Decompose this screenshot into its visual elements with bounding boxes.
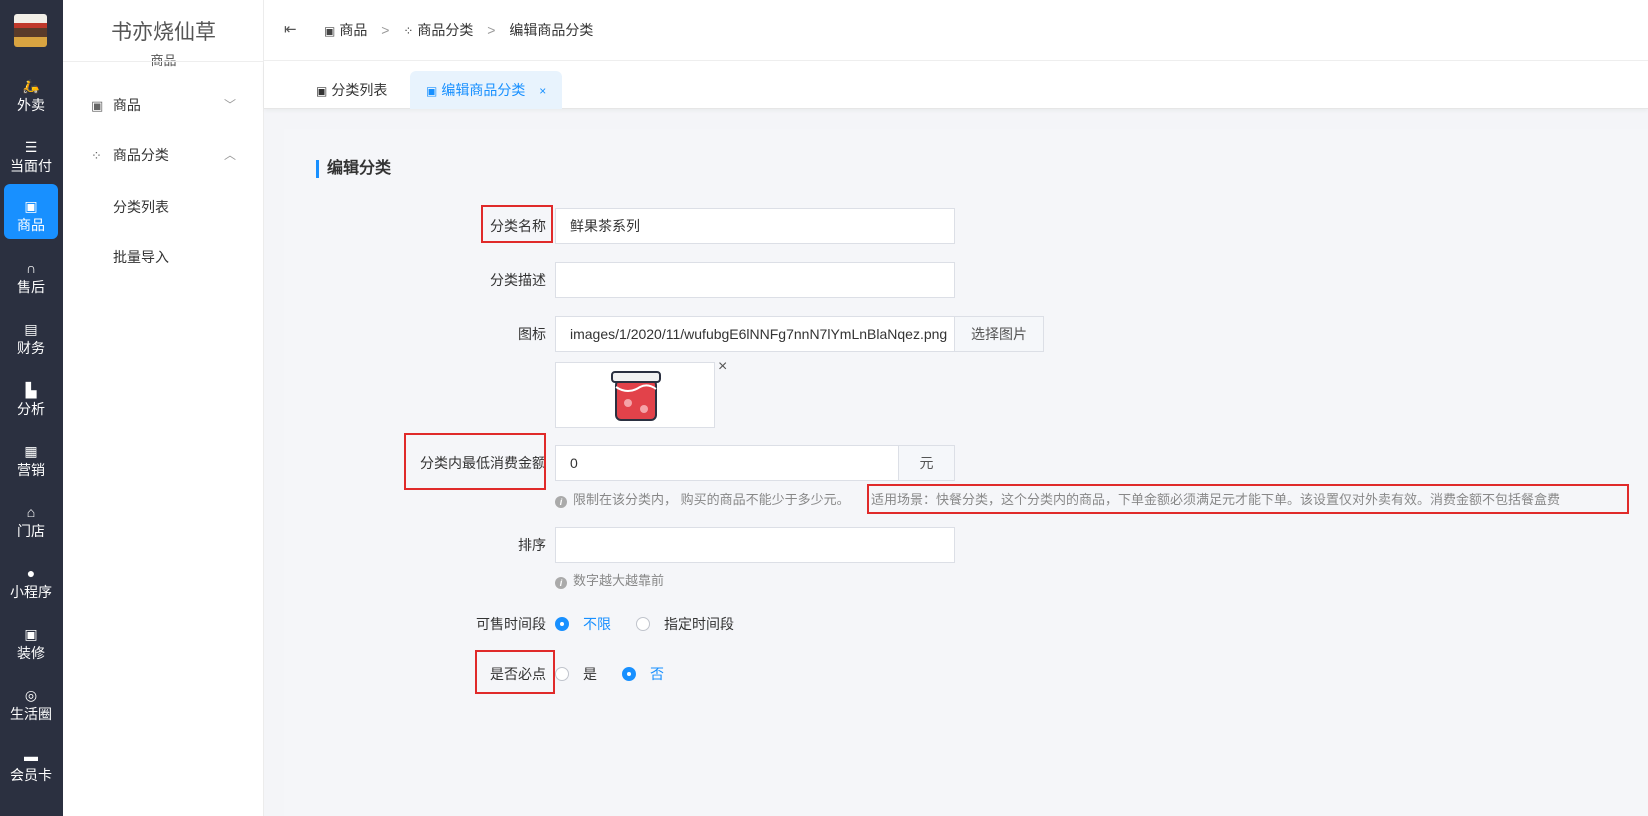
info-icon: i xyxy=(555,577,567,589)
rail-item-lifecircle[interactable]: ◎ 生活圈 xyxy=(4,673,58,728)
chart-icon: ▙ xyxy=(25,382,37,398)
close-tab-icon[interactable]: × xyxy=(539,84,546,98)
sale-time-specified-radio[interactable]: 指定时间段 xyxy=(636,614,734,634)
basket-icon: ▣ xyxy=(91,98,104,113)
chevron-down-icon: ﹀ xyxy=(223,98,236,112)
breadcrumb-separator: > xyxy=(381,22,390,38)
main-nav-rail: 🛵 外卖 ☰ 当面付 ▣ 商品 ∩ 售后 ▤ 财务 ▙ 分析 ▦ 营销 ⌂ 门店… xyxy=(0,0,63,816)
store-name: 书亦烧仙草 xyxy=(111,21,216,44)
chevron-up-icon: ︿ xyxy=(223,148,236,162)
rail-item-decorate[interactable]: ▣ 装修 xyxy=(4,612,58,667)
rail-item-marketing[interactable]: ▦ 营销 xyxy=(4,429,58,484)
top-bar: ⇤ ▣ 商品 > ⁘ 商品分类 > 编辑商品分类 xyxy=(264,0,1648,61)
icon-path-input[interactable]: images/1/2020/11/wufubgE6lNNFg7nnN7lYmLn… xyxy=(555,316,955,352)
radio-dot xyxy=(555,617,569,631)
remove-image-icon[interactable]: × xyxy=(718,358,727,376)
min-spend-scenario-hint: 适用场景：快餐分类，这个分类内的商品，下单金额必须满足元才能下单。该设置仅对外卖… xyxy=(871,492,1561,507)
rail-item-aftersale[interactable]: ∩ 售后 xyxy=(4,246,58,301)
basket-icon: ▣ xyxy=(324,24,336,38)
rail-item-takeout[interactable]: 🛵 外卖 xyxy=(4,64,58,119)
store-icon: ⌂ xyxy=(26,504,36,520)
rail-item-analysis[interactable]: ▙ 分析 xyxy=(4,368,58,423)
min-spend-unit: 元 xyxy=(898,445,955,481)
apps-icon: ⁘ xyxy=(91,148,102,163)
tab-edit-category[interactable]: ▣ 编辑商品分类 × xyxy=(410,71,563,109)
rail-item-finance[interactable]: ▤ 财务 xyxy=(4,307,58,362)
apps-icon: ⁘ xyxy=(403,24,414,38)
sidebar-group-category[interactable]: ⁘ 商品分类 ︿ xyxy=(91,143,236,167)
finance-icon: ▤ xyxy=(24,321,38,337)
sidebar-group-goods[interactable]: ▣ 商品 ﹀ xyxy=(91,93,236,117)
rail-item-store[interactable]: ⌂ 门店 xyxy=(4,490,58,545)
collapse-menu-icon[interactable]: ⇤ xyxy=(284,20,297,38)
tab-category-list[interactable]: ▣ 分类列表 xyxy=(300,71,403,109)
required-label: 是否必点 xyxy=(490,666,546,682)
basket-icon: ▣ xyxy=(316,84,328,98)
scooter-icon: 🛵 xyxy=(22,78,40,94)
name-input[interactable]: 鲜果茶系列 xyxy=(555,208,955,244)
breadcrumb-category[interactable]: 商品分类 xyxy=(417,22,473,38)
jam-jar-icon xyxy=(611,371,661,421)
store-logo[interactable] xyxy=(14,14,47,47)
sidebar-item-batch-import[interactable]: 批量导入 xyxy=(113,247,169,267)
icon-label: 图标 xyxy=(518,326,546,342)
breadcrumb-separator: > xyxy=(487,22,496,38)
icon-preview xyxy=(555,362,715,428)
gift-icon: ▦ xyxy=(24,443,38,459)
list-icon: ☰ xyxy=(24,139,38,155)
desc-input[interactable] xyxy=(555,262,955,298)
basket-icon: ▣ xyxy=(24,198,38,214)
sort-input[interactable] xyxy=(555,527,955,563)
radio-dot xyxy=(555,667,569,681)
basket-icon: ▣ xyxy=(426,84,438,98)
desc-label: 分类描述 xyxy=(490,272,546,288)
required-no-radio[interactable]: 否 xyxy=(622,664,664,684)
choose-image-button[interactable]: 选择图片 xyxy=(954,316,1044,352)
sort-label: 排序 xyxy=(518,537,546,553)
decorate-icon: ▣ xyxy=(24,626,38,642)
breadcrumb: ▣ 商品 > ⁘ 商品分类 > 编辑商品分类 xyxy=(324,20,593,40)
required-yes-radio[interactable]: 是 xyxy=(555,664,597,684)
sidebar-divider xyxy=(63,61,263,62)
sort-hint: i 数字越大越靠前 xyxy=(555,570,664,589)
name-label: 分类名称 xyxy=(490,218,546,234)
radio-dot xyxy=(636,617,650,631)
rail-item-miniapp[interactable]: ● 小程序 xyxy=(4,551,58,606)
page-tabs: ▣ 分类列表 ▣ 编辑商品分类 × xyxy=(264,61,1648,109)
headset-icon: ∩ xyxy=(25,260,37,276)
min-spend-input[interactable]: 0 xyxy=(555,445,899,481)
rail-item-goods[interactable]: ▣ 商品 xyxy=(4,184,58,239)
secondary-sidebar: 书亦烧仙草 商品 ▣ 商品 ﹀ ⁘ 商品分类 ︿ 分类列表 批量导入 xyxy=(63,0,264,816)
card-icon: ▬ xyxy=(24,748,38,764)
sidebar-item-category-list[interactable]: 分类列表 xyxy=(113,197,169,217)
rail-item-membercard[interactable]: ▬ 会员卡 xyxy=(4,734,58,789)
min-spend-label: 分类内最低消费金额 xyxy=(420,455,546,471)
sale-time-unlimited-radio[interactable]: 不限 xyxy=(555,614,611,634)
form-title: 编辑分类 xyxy=(316,160,391,178)
breadcrumb-current: 编辑商品分类 xyxy=(509,22,594,38)
lifebuoy-icon: ◎ xyxy=(24,687,38,703)
radio-dot xyxy=(622,667,636,681)
breadcrumb-goods[interactable]: 商品 xyxy=(339,22,367,38)
sidebar-section-title: 商品 xyxy=(150,53,177,68)
min-spend-hint: i 限制在该分类内， 购买的商品不能少于多少元。 xyxy=(555,489,850,508)
wechat-icon: ● xyxy=(26,565,36,581)
rail-item-facepay[interactable]: ☰ 当面付 xyxy=(4,125,58,180)
sale-time-label: 可售时间段 xyxy=(476,616,546,632)
info-icon: i xyxy=(555,496,567,508)
